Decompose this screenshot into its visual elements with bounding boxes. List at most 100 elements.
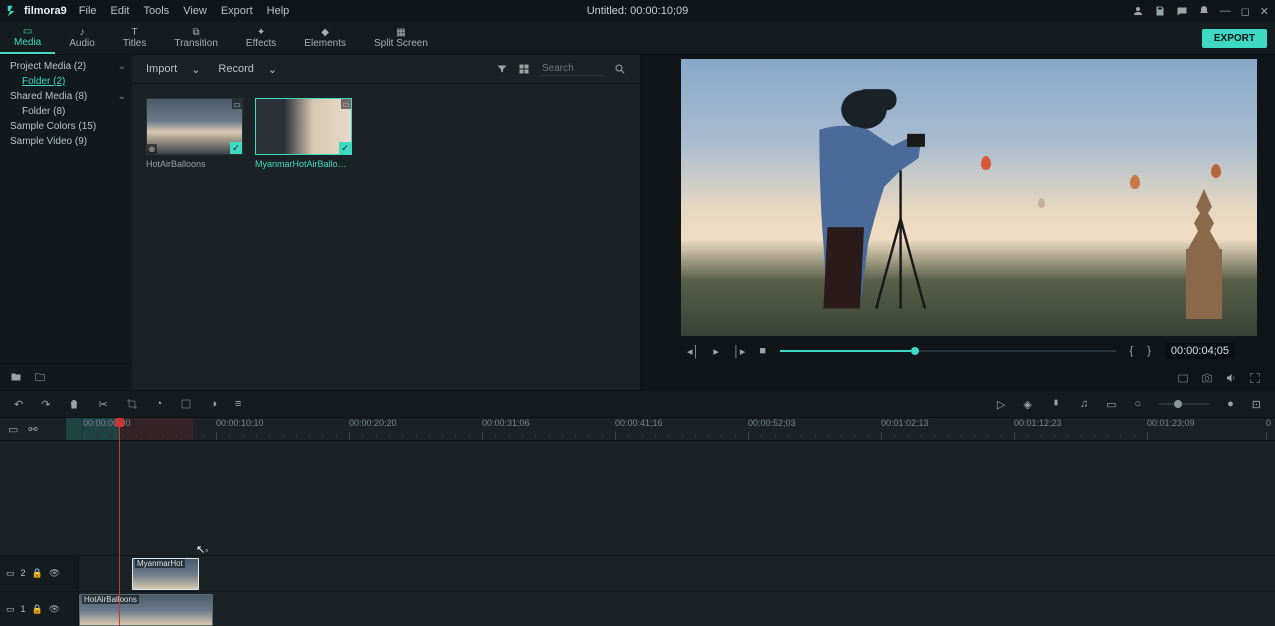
sidebar-folder-project[interactable]: Folder (2) xyxy=(0,74,132,89)
import-dropdown[interactable]: Import⌄ xyxy=(146,63,200,76)
lock-icon[interactable]: 🔒 xyxy=(32,604,43,615)
minimize-icon[interactable]: ― xyxy=(1220,5,1231,17)
greenscreen-icon[interactable]: ◑ xyxy=(210,398,217,410)
mark-in-icon[interactable]: { xyxy=(1130,345,1134,357)
next-frame-icon[interactable]: │▸ xyxy=(733,345,745,358)
render-icon[interactable]: ▷ xyxy=(997,398,1005,411)
menu-tools[interactable]: Tools xyxy=(144,5,170,17)
chevron-down-icon: ⌄ xyxy=(191,63,200,76)
zoom-fit-icon[interactable]: ⊡ xyxy=(1252,398,1261,411)
split-icon[interactable]: ✂ xyxy=(98,398,107,411)
fullscreen-icon[interactable] xyxy=(1249,372,1261,384)
notification-icon[interactable] xyxy=(1198,5,1210,17)
filmora-logo-icon xyxy=(6,4,20,18)
track-add-icon[interactable]: ▭ xyxy=(1106,398,1116,411)
visibility-icon[interactable]: 👁 xyxy=(49,568,60,579)
media-clip-label: HotAirBalloons xyxy=(146,159,241,169)
preview-canvas[interactable] xyxy=(681,59,1257,336)
tab-media[interactable]: ▭Media xyxy=(0,22,55,54)
account-icon[interactable] xyxy=(1132,5,1144,17)
snapshot-icon[interactable] xyxy=(1177,372,1189,384)
export-button[interactable]: EXPORT xyxy=(1202,29,1267,48)
menu-edit[interactable]: Edit xyxy=(111,5,130,17)
undo-icon[interactable]: ↶ xyxy=(14,398,23,411)
stupa-graphic xyxy=(1174,189,1234,319)
message-icon[interactable] xyxy=(1176,5,1188,17)
menu-export[interactable]: Export xyxy=(221,5,253,17)
preview-panel: ◂│ ▸ │▸ ■ { } 00:00:04;05 xyxy=(641,55,1275,390)
sidebar-shared-media[interactable]: Shared Media (8)⌄ xyxy=(0,89,132,104)
timeline-toolbar: ↶ ↷ ✂ ◔ ◑ ≡ ▷ ◈ ♫ ▭ ○ ● ⊡ xyxy=(0,390,1275,418)
tab-elements[interactable]: ◆Elements xyxy=(290,22,360,54)
balloon-graphic xyxy=(1130,175,1140,189)
clip-type-icon: ▭ xyxy=(232,99,242,109)
play-icon[interactable]: ▸ xyxy=(713,345,719,358)
tab-effects[interactable]: ✦Effects xyxy=(232,22,290,54)
volume-icon[interactable] xyxy=(1225,372,1237,384)
prev-frame-icon[interactable]: ◂│ xyxy=(687,345,699,358)
speed-icon[interactable]: ◔ xyxy=(156,398,163,410)
record-dropdown[interactable]: Record⌄ xyxy=(218,63,277,76)
sidebar-folder-shared[interactable]: Folder (8) xyxy=(0,104,132,119)
redo-icon[interactable]: ↷ xyxy=(41,398,50,411)
visibility-icon[interactable]: 👁 xyxy=(49,604,60,615)
adjust-icon[interactable]: ≡ xyxy=(235,398,241,410)
marker-icon[interactable]: ◈ xyxy=(1023,398,1031,411)
tab-audio[interactable]: ♪Audio xyxy=(55,22,109,54)
playhead[interactable] xyxy=(119,418,120,626)
sidebar-sample-video[interactable]: Sample Video (9) xyxy=(0,134,132,149)
timeline-clip-hotairballoons[interactable]: HotAirBalloons xyxy=(79,594,213,626)
menu-file[interactable]: File xyxy=(79,5,97,17)
timeline-ruler[interactable]: ▭ ⚯ 00:00:00:00 00:00:10;1000:00:20;2000… xyxy=(0,418,1275,441)
tab-split-screen-label: Split Screen xyxy=(374,38,428,49)
zoom-slider[interactable] xyxy=(1159,403,1209,405)
stop-icon[interactable]: ■ xyxy=(759,345,766,357)
folder-icon[interactable] xyxy=(34,371,46,383)
camera-icon[interactable] xyxy=(1201,372,1213,384)
sidebar-sample-colors[interactable]: Sample Colors (15) xyxy=(0,119,132,134)
ruler-tick: 00:01:02;13 xyxy=(881,418,929,428)
photographer-graphic xyxy=(739,81,981,325)
track-type-icon: ▭ xyxy=(6,604,15,615)
link-icon[interactable]: ⚯ xyxy=(28,423,37,436)
tab-transition[interactable]: ⧉Transition xyxy=(160,22,232,54)
grid-view-icon[interactable] xyxy=(518,63,530,75)
mixer-icon[interactable]: ♫ xyxy=(1080,398,1088,410)
voiceover-icon[interactable] xyxy=(1050,398,1062,410)
ruler-tick: 00:00:31;06 xyxy=(482,418,530,428)
filter-icon[interactable] xyxy=(496,63,508,75)
search-icon[interactable] xyxy=(614,63,626,75)
zoom-out-icon[interactable]: ○ xyxy=(1134,398,1141,410)
tab-split-screen[interactable]: ▦Split Screen xyxy=(360,22,442,54)
tab-titles[interactable]: TTitles xyxy=(109,22,161,54)
ruler-tick: 0 xyxy=(1266,418,1271,428)
crop-icon[interactable] xyxy=(126,398,138,410)
timeline-clip-myanmar[interactable]: MyanmarHot xyxy=(132,558,199,590)
menu-help[interactable]: Help xyxy=(267,5,290,17)
track-manage-icon[interactable]: ▭ xyxy=(8,423,18,436)
media-toolbar: Import⌄ Record⌄ xyxy=(132,55,640,84)
sidebar-project-media[interactable]: Project Media (2)⌄ xyxy=(0,59,132,74)
zoom-in-icon[interactable]: ● xyxy=(1227,398,1234,410)
new-folder-icon[interactable] xyxy=(10,371,22,383)
save-icon[interactable] xyxy=(1154,5,1166,17)
tab-audio-label: Audio xyxy=(69,38,95,49)
close-icon[interactable]: ✕ xyxy=(1260,5,1269,18)
media-clip-hotairballoons[interactable]: ▭ ⊕ ✓ HotAirBalloons xyxy=(146,98,241,169)
balloon-graphic xyxy=(981,156,991,170)
project-title: Untitled: 00:00:10;09 xyxy=(587,5,689,17)
menu-view[interactable]: View xyxy=(183,5,207,17)
maximize-icon[interactable]: ◻ xyxy=(1241,5,1250,18)
ruler-tick: 00:00:52;03 xyxy=(748,418,796,428)
ruler-tick: 00:01:12;23 xyxy=(1014,418,1062,428)
playback-slider[interactable] xyxy=(780,350,1116,352)
video-track-1[interactable]: ▭ 1 🔒 👁 HotAirBalloons xyxy=(0,591,1275,626)
lock-icon[interactable]: 🔒 xyxy=(32,568,43,579)
search-input[interactable] xyxy=(540,62,604,76)
media-thumbnails: ▭ ⊕ ✓ HotAirBalloons ▭ ✓ MyanmarHotAirBa… xyxy=(132,84,640,390)
delete-icon[interactable] xyxy=(68,398,80,410)
mark-out-icon[interactable]: } xyxy=(1147,345,1151,357)
video-track-2[interactable]: ▭ 2 🔒 👁 MyanmarHot xyxy=(0,555,1275,590)
media-clip-myanmar[interactable]: ▭ ✓ MyanmarHotAirBalloons5 xyxy=(255,98,350,169)
color-icon[interactable] xyxy=(180,398,192,410)
